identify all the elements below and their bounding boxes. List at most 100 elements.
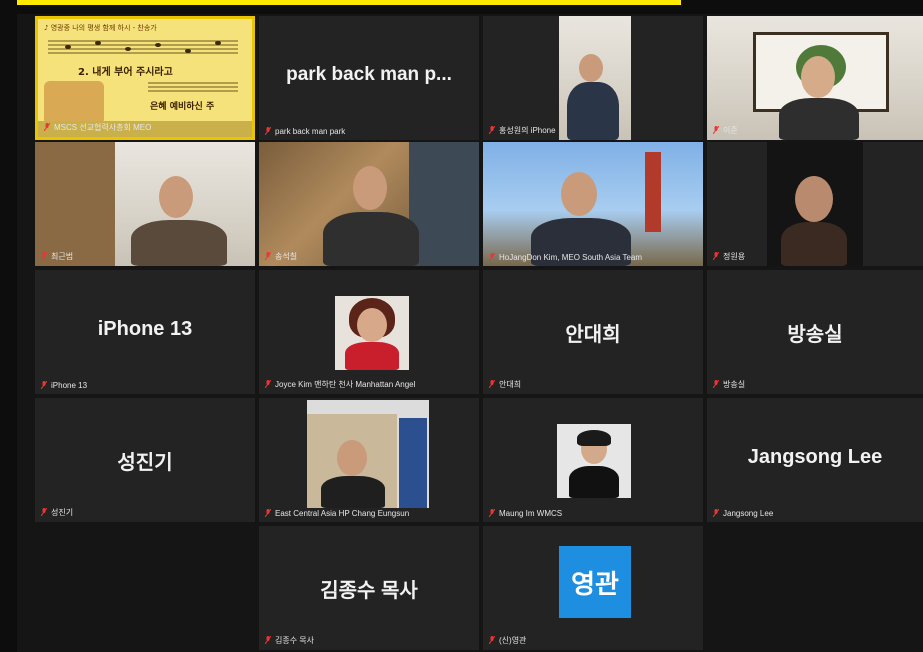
person-hair (577, 430, 611, 446)
participant-name: East Central Asia HP Chang Eungsun (275, 509, 410, 518)
participant-label: 성진기 (41, 507, 249, 518)
participant-video (559, 16, 631, 140)
person-head (357, 308, 387, 342)
video-gallery: ♪ 영광중 나의 평생 함께 하시 - 찬송가 2. 내게 부어 주시라고 은혜 (17, 14, 923, 652)
participant-tile-lee[interactable]: 이준 (707, 16, 923, 140)
participant-tile-iphone13[interactable]: iPhone 13 iPhone 13 (35, 270, 255, 394)
participant-tile-ahn[interactable]: 안대희 안대희 (483, 270, 703, 394)
participant-label: 이준 (713, 125, 917, 136)
window-top-bar (0, 0, 923, 14)
participant-display-name: park back man p... (286, 64, 452, 85)
participant-name: HoJangDon Kim, MEO South Asia Team (499, 253, 643, 262)
participant-label: 정원용 (713, 251, 917, 262)
participant-name: Maung Im WMCS (499, 509, 563, 518)
participant-label: 방송실 (713, 379, 917, 390)
person-head (795, 176, 833, 222)
microphone-muted-icon (265, 636, 271, 644)
participant-name: 방송실 (723, 380, 746, 389)
participant-name: park back man park (275, 127, 346, 136)
slide-subtitle: 은혜 예비하신 주 (150, 102, 215, 112)
microphone-muted-icon (41, 381, 47, 389)
person-body (345, 342, 399, 370)
participant-name: MSCS 선교협력사총회 MEO (54, 123, 152, 132)
participant-label: HoJangDon Kim, MEO South Asia Team (489, 253, 697, 262)
participant-display-name: 김종수 목사 (320, 580, 418, 602)
participant-tile-younggwan[interactable]: 영관 (신)영관 (483, 526, 703, 650)
shared-slide-video: ♪ 영광중 나의 평생 함께 하시 - 찬송가 2. 내게 부어 주시라고 은혜 (38, 19, 252, 137)
microphone-muted-icon (713, 509, 719, 517)
participant-video (259, 142, 479, 266)
microphone-muted-icon (713, 380, 719, 388)
participant-name: 안대희 (499, 380, 522, 389)
participant-label: 안대희 (489, 379, 697, 390)
person-head (159, 176, 193, 218)
participant-tile-bang[interactable]: 방송실 방송실 (707, 270, 923, 394)
participant-profile-photo (557, 424, 631, 498)
participant-label: park back man park (265, 127, 473, 136)
participant-name: 성진기 (51, 508, 74, 517)
participant-label: Joyce Kim 맨하탄 천사 Manhattan Angel (265, 379, 473, 390)
participant-label: 김종수 목사 (265, 635, 473, 646)
person-body (321, 476, 385, 508)
microphone-muted-icon (265, 509, 271, 517)
slide-illustration (44, 81, 104, 125)
participant-label: (신)영관 (489, 635, 697, 646)
participant-profile-photo (335, 296, 409, 370)
participant-video (307, 400, 429, 508)
participant-tile-seong[interactable]: 성진기 성진기 (35, 398, 255, 522)
microphone-muted-icon (489, 253, 495, 261)
music-staff-graphic (48, 40, 238, 54)
participant-label: East Central Asia HP Chang Eungsun (265, 509, 473, 518)
participant-tile-joyce[interactable]: Joyce Kim 맨하탄 천사 Manhattan Angel (259, 270, 479, 394)
participant-label: iPhone 13 (41, 381, 249, 390)
person-body (569, 466, 619, 498)
participant-video (483, 142, 703, 266)
participant-name: 송석칠 (275, 252, 298, 261)
participant-tile-song[interactable]: 송석칠 (259, 142, 479, 266)
person-head (801, 56, 835, 98)
participant-tile-jangsong[interactable]: Jangsong Lee Jangsong Lee (707, 398, 923, 522)
microphone-muted-icon (489, 126, 495, 134)
participant-tile-kim-hojangdon[interactable]: HoJangDon Kim, MEO South Asia Team (483, 142, 703, 266)
microphone-muted-icon (265, 380, 271, 388)
participant-name: 이준 (723, 126, 738, 135)
participant-tile-jung[interactable]: 정원용 (707, 142, 923, 266)
participant-display-name: Jangsong Lee (747, 446, 883, 468)
participant-display-name: 방송실 (787, 324, 843, 346)
participant-tile-iphone-hong[interactable]: 홍성원의 iPhone (483, 16, 703, 140)
participant-video (767, 142, 863, 266)
microphone-muted-icon (713, 252, 719, 260)
person-head (561, 172, 597, 216)
participant-name: iPhone 13 (51, 381, 88, 390)
slide-title: 2. 내게 부어 주시라고 (78, 67, 173, 78)
participant-tile-park[interactable]: park back man p... park back man park (259, 16, 479, 140)
participant-display-name: 안대희 (565, 324, 621, 346)
person-head (353, 166, 387, 210)
bookshelf (409, 142, 479, 266)
participant-label: MSCS 선교협력사총회 MEO (44, 122, 246, 133)
microphone-muted-icon (489, 380, 495, 388)
participant-name: 최근범 (51, 252, 74, 261)
participant-display-name: iPhone 13 (97, 318, 193, 340)
banner (399, 418, 427, 508)
participant-name: 홍성원의 iPhone (499, 126, 556, 135)
participant-label: 최근범 (41, 251, 249, 262)
participant-label: Jangsong Lee (713, 509, 917, 518)
microphone-muted-icon (41, 508, 47, 516)
participant-tile-chang[interactable]: East Central Asia HP Chang Eungsun (259, 398, 479, 522)
participant-name: Jangsong Lee (723, 509, 774, 518)
participant-tile-maung[interactable]: Maung Im WMCS (483, 398, 703, 522)
participant-name: 김종수 목사 (275, 636, 315, 645)
participant-video (35, 142, 255, 266)
participant-display-name: 성진기 (117, 452, 173, 474)
participant-tile-kim-jongsu[interactable]: 김종수 목사 김종수 목사 (259, 526, 479, 650)
person-head (579, 54, 603, 82)
participant-tile-choi[interactable]: 최근범 (35, 142, 255, 266)
microphone-muted-icon (713, 126, 719, 134)
tower-building (645, 152, 661, 232)
participant-name: (신)영관 (499, 636, 527, 645)
microphone-muted-icon (265, 252, 271, 260)
participant-name: Joyce Kim 맨하탄 천사 Manhattan Angel (275, 380, 416, 389)
participant-tile-slide[interactable]: ♪ 영광중 나의 평생 함께 하시 - 찬송가 2. 내게 부어 주시라고 은혜 (35, 16, 255, 140)
microphone-muted-icon (41, 252, 47, 260)
